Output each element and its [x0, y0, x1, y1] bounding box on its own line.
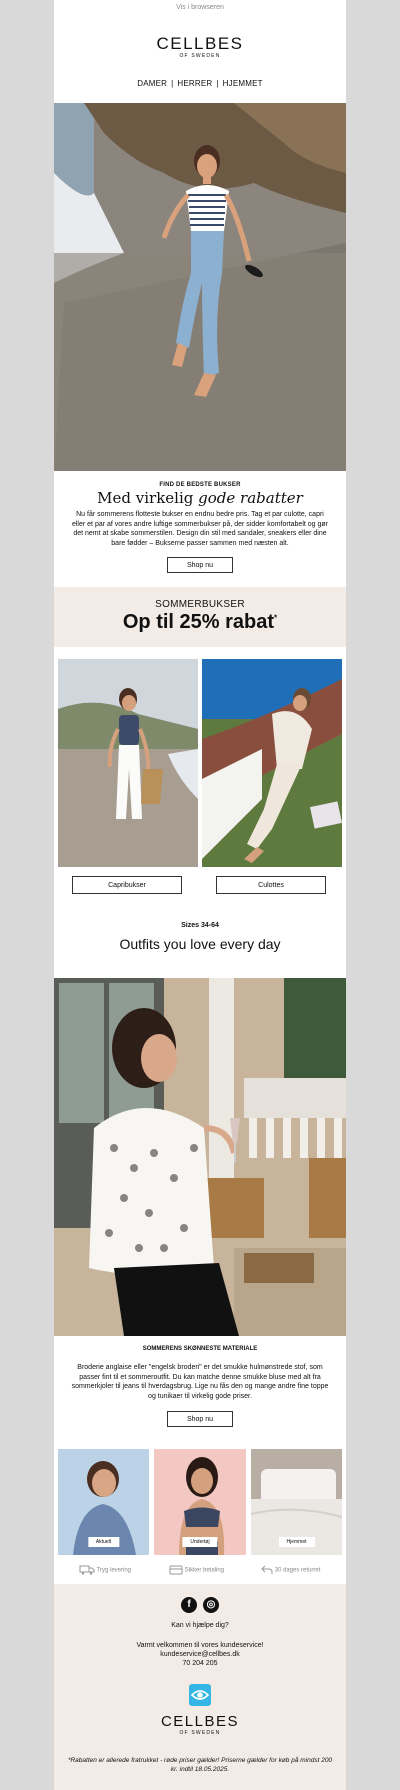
support-phone[interactable]: 70 204 205: [54, 1660, 346, 1667]
logo-subtitle: OF SWEDEN: [179, 53, 221, 59]
tile-label-aktuelt: Aktuelt: [87, 1537, 120, 1547]
promo-banner[interactable]: SOMMERBUKSER Op til 25% rabat*: [54, 587, 346, 647]
tile-label-hjemmet: Hjemmet: [278, 1537, 315, 1547]
eye-logo-icon: [189, 1684, 211, 1706]
welcome-text: Varmt velkommen til vores kundeservice!: [136, 1642, 264, 1649]
section1-title-italic: gode rabatter: [198, 489, 303, 507]
category-button-culottes[interactable]: Culottes: [216, 876, 326, 894]
culottes-illustration: [202, 659, 342, 867]
footer-brand-sub: OF SWEDEN: [179, 1730, 221, 1736]
capri-illustration: [58, 659, 198, 867]
category-image-culottes[interactable]: [202, 659, 342, 867]
tile-undertoj[interactable]: Undertøj: [154, 1449, 246, 1555]
hero-beach-illustration: [54, 103, 346, 471]
view-in-browser-link[interactable]: Vis i browseren: [54, 4, 346, 11]
cellbes-logo[interactable]: CELLBES OF SWEDEN: [54, 34, 346, 59]
promo-kicker: SOMMERBUKSER: [155, 599, 245, 610]
outfits-headline: Outfits you love every day: [119, 936, 281, 952]
tile-aktuelt[interactable]: Aktuelt: [58, 1449, 149, 1555]
usp-return: 30 dages returret: [261, 1565, 320, 1575]
category-image-capribukser[interactable]: [58, 659, 198, 867]
section1-title: Med virkelig gode rabatter: [54, 489, 346, 507]
nav-item-damer[interactable]: DAMER: [137, 79, 167, 88]
promo-asterisk: *: [274, 613, 278, 623]
usp-label-delivery: Tryg levering: [96, 1567, 132, 1574]
tile-hjemmet[interactable]: Hjemmet: [251, 1449, 342, 1555]
category-button-capribukser[interactable]: Capribukser: [72, 876, 182, 894]
promo-headline-text: Op til 25% rabat: [122, 611, 275, 633]
section1-body: Nu får sommerens flotteste bukser en end…: [71, 511, 328, 547]
section1-kicker: FIND DE BEDSTE BUKSER: [159, 482, 241, 488]
footer-brand[interactable]: CELLBES: [54, 1713, 346, 1730]
nav-separator: |: [171, 79, 174, 88]
terrace-illustration: [54, 978, 346, 1336]
usp-bar: Tryg levering Sikker betaling 30 dages r…: [54, 1561, 346, 1579]
section3-body: Broderie anglaise eller "engelsk broderi…: [71, 1364, 329, 1400]
logo-brand: CELLBES: [156, 34, 244, 53]
tile-label-undertoj: Undertøj: [182, 1537, 218, 1547]
hero-image-beach[interactable]: [54, 103, 346, 471]
usp-delivery: Tryg levering: [79, 1565, 131, 1575]
social-links: f ◎: [54, 1594, 346, 1613]
section1-title-plain: Med virkelig: [97, 489, 199, 507]
usp-label-payment: Sikker betaling: [184, 1567, 225, 1574]
eye-glyph: [190, 1690, 210, 1700]
nav-item-hjemmet[interactable]: HJEMMET: [223, 79, 263, 88]
help-heading: Kan vi hjælpe dig?: [171, 1622, 229, 1629]
hero-image-terrace[interactable]: [54, 978, 346, 1336]
usp-label-return: 30 dages returret: [274, 1567, 321, 1574]
email-container: Vis i browseren CELLBES OF SWEDEN DAMER |…: [54, 0, 346, 1790]
facebook-icon[interactable]: f: [181, 1597, 197, 1613]
nav-item-herrer[interactable]: HERRER: [177, 79, 212, 88]
nav-separator: |: [216, 79, 219, 88]
support-email[interactable]: kundeservice@cellbes.dk: [54, 1651, 346, 1658]
shop-now-button-2[interactable]: Shop nu: [167, 1411, 233, 1427]
sizes-label: Sizes 34-64: [181, 922, 219, 929]
promo-headline: Op til 25% rabat*: [54, 611, 346, 634]
disclaimer-text: *Rabatten er allerede fratrukket - røde …: [67, 1757, 333, 1773]
section3-kicker: SOMMERENS SKØNNESTE MATERIALE: [142, 1346, 258, 1352]
instagram-icon[interactable]: ◎: [203, 1597, 219, 1613]
shop-now-button[interactable]: Shop nu: [167, 557, 233, 573]
main-nav: DAMER | HERRER | HJEMMET: [54, 79, 346, 88]
truck-icon: [79, 1565, 95, 1575]
card-icon: [169, 1565, 183, 1575]
usp-payment: Sikker betaling: [169, 1565, 224, 1575]
return-icon: [261, 1565, 273, 1574]
